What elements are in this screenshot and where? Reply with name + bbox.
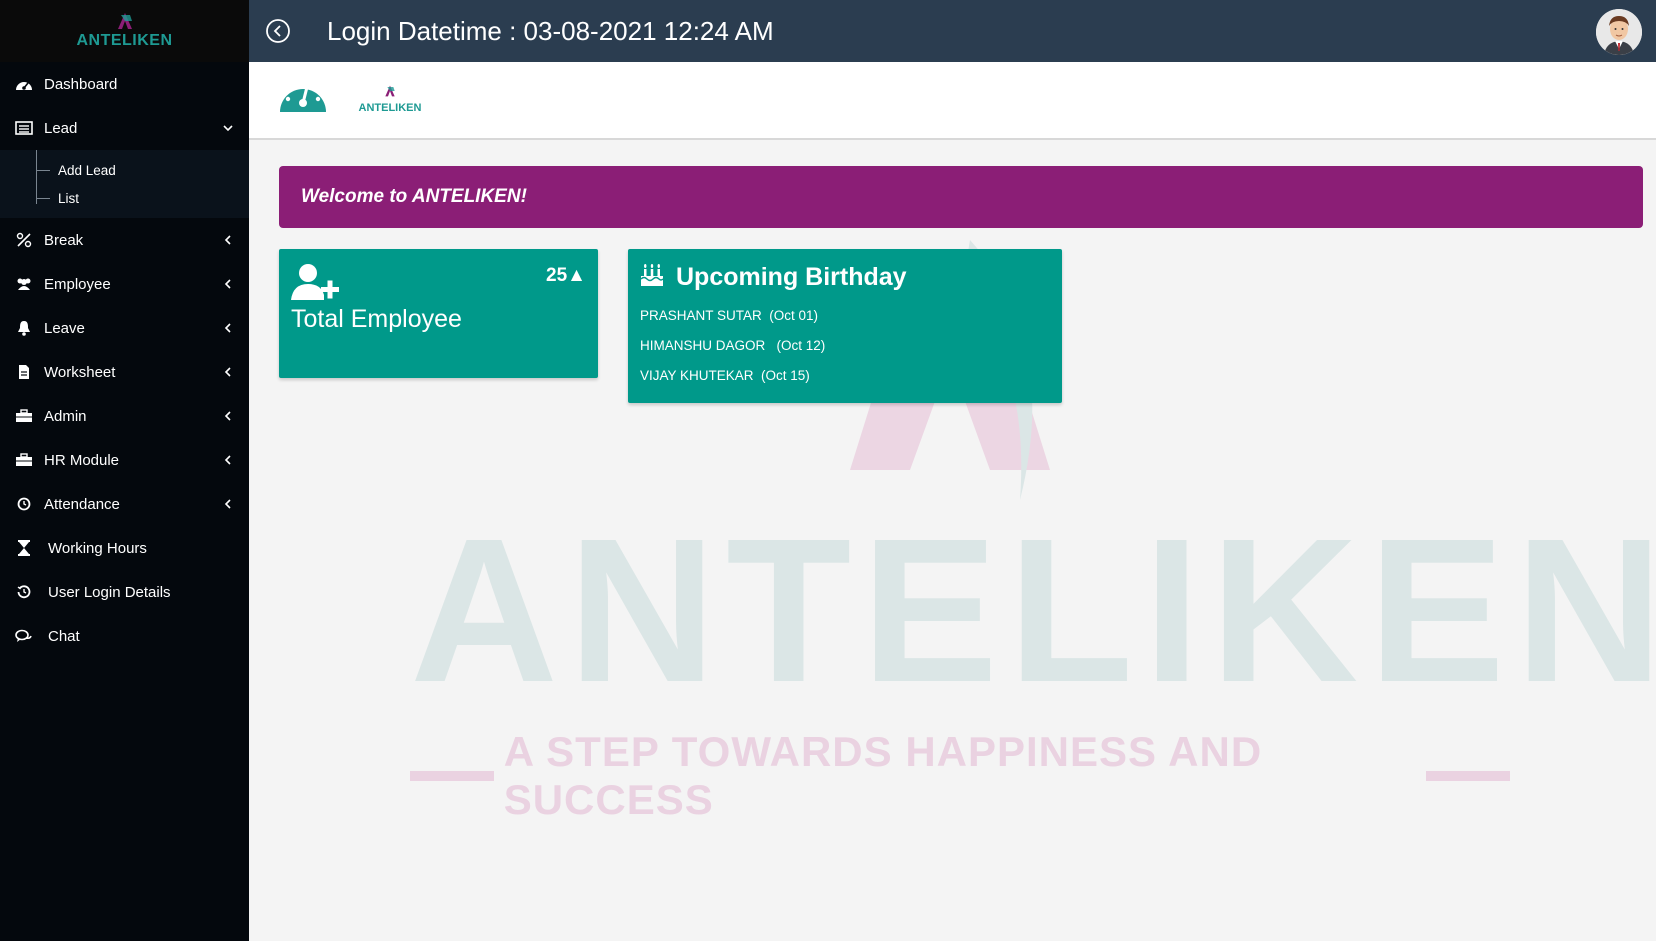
sidebar-item-chat[interactable]: Chat	[0, 614, 249, 658]
welcome-text: Welcome to ANTELIKEN!	[301, 186, 527, 207]
sidebar-item-hr-module[interactable]: HR Module	[0, 438, 249, 482]
sidebar-item-label: Working Hours	[48, 539, 147, 557]
dashboard-icon	[14, 76, 34, 92]
mini-brand-logo: ANTELIKEN	[355, 84, 425, 114]
total-employee-title: Total Employee	[291, 305, 462, 333]
logo-mark-icon	[385, 85, 395, 97]
upcoming-birthday-title: Upcoming Birthday	[676, 263, 907, 291]
history-icon	[14, 584, 34, 600]
sidebar-item-label: Chat	[48, 627, 80, 645]
logo-mark-icon	[117, 13, 132, 29]
back-button[interactable]	[265, 18, 291, 44]
watermark-tagline: A STEP TOWARDS HAPPINESS AND SUCCESS	[410, 728, 1510, 824]
chevron-left-icon	[221, 365, 235, 379]
chevron-left-circle-icon	[266, 19, 290, 43]
file-icon	[14, 364, 34, 380]
birthday-list: PRASHANT SUTAR (Oct 01) HIMANSHU DAGOR (…	[640, 301, 825, 391]
divider	[1426, 771, 1510, 781]
sidebar-item-label: Attendance	[44, 495, 120, 513]
brand-logo[interactable]: ANTELIKEN	[0, 0, 249, 62]
chat-icon	[14, 628, 34, 644]
sidebar-item-dashboard[interactable]: Dashboard	[0, 62, 249, 106]
sub-header: ANTELIKEN	[249, 62, 1656, 140]
sidebar: ANTELIKEN Dashboard Lead Add Lead List B…	[0, 0, 249, 941]
users-icon	[14, 276, 34, 292]
sidebar-item-employee[interactable]: Employee	[0, 262, 249, 306]
speedometer-icon[interactable]	[278, 75, 328, 120]
sidebar-item-label: Employee	[44, 275, 111, 293]
break-icon	[14, 232, 34, 248]
chevron-left-icon	[221, 321, 235, 335]
briefcase-icon	[14, 452, 34, 468]
sidebar-nav: Dashboard Lead Add Lead List Break Emplo…	[0, 62, 249, 658]
sidebar-item-label: Leave	[44, 319, 85, 337]
briefcase-icon	[14, 408, 34, 424]
watermark-tagline-text: A STEP TOWARDS HAPPINESS AND SUCCESS	[503, 728, 1263, 823]
birthday-cake-icon	[640, 263, 664, 292]
chevron-left-icon	[221, 409, 235, 423]
sidebar-item-user-login-details[interactable]: User Login Details	[0, 570, 249, 614]
sidebar-item-label: Lead	[44, 119, 78, 137]
upcoming-birthday-header: Upcoming Birthday	[640, 263, 907, 292]
mini-brand-name: ANTELIKEN	[358, 102, 422, 114]
tree-branch	[36, 197, 50, 199]
upcoming-birthday-card: Upcoming Birthday PRASHANT SUTAR (Oct 01…	[628, 249, 1062, 403]
chevron-left-icon	[221, 233, 235, 247]
sidebar-item-label: Worksheet	[44, 363, 116, 381]
chevron-left-icon	[221, 497, 235, 511]
welcome-banner: Welcome to ANTELIKEN!	[279, 166, 1643, 228]
sidebar-item-admin[interactable]: Admin	[0, 394, 249, 438]
hourglass-icon	[14, 540, 34, 556]
sidebar-item-lead[interactable]: Lead	[0, 106, 249, 150]
total-employee-card[interactable]: 25▲ Total Employee	[279, 249, 598, 378]
sidebar-item-label: Dashboard	[44, 75, 118, 93]
list-item: HIMANSHU DAGOR (Oct 12)	[640, 338, 826, 353]
list-item: PRASHANT SUTAR (Oct 01)	[640, 308, 819, 323]
chevron-left-icon	[221, 277, 235, 291]
submenu-item-add-lead[interactable]: Add Lead	[0, 156, 249, 184]
chevron-left-icon	[221, 453, 235, 467]
list-icon	[14, 120, 34, 136]
user-avatar-icon	[1596, 9, 1642, 55]
lead-submenu: Add Lead List	[0, 150, 249, 218]
sidebar-item-worksheet[interactable]: Worksheet	[0, 350, 249, 394]
sidebar-item-working-hours[interactable]: Working Hours	[0, 526, 249, 570]
top-bar: Login Datetime : 03-08-2021 12:24 AM	[249, 0, 1656, 62]
sidebar-item-label: User Login Details	[48, 583, 171, 601]
sidebar-item-break[interactable]: Break	[0, 218, 249, 262]
submenu-item-list[interactable]: List	[0, 184, 249, 212]
list-item: VIJAY KHUTEKAR (Oct 15)	[640, 368, 810, 383]
chevron-down-icon	[221, 121, 235, 135]
tree-branch	[36, 169, 50, 171]
sidebar-item-label: Break	[44, 231, 84, 249]
bell-icon	[14, 320, 34, 336]
sidebar-item-leave[interactable]: Leave	[0, 306, 249, 350]
divider	[410, 771, 494, 781]
clock-icon	[14, 496, 34, 512]
avatar[interactable]	[1596, 9, 1642, 55]
sidebar-item-label: Admin	[44, 407, 87, 425]
submenu-item-label: Add Lead	[58, 162, 116, 178]
login-datetime: Login Datetime : 03-08-2021 12:24 AM	[327, 15, 774, 46]
watermark-title: ANTELIKEN	[410, 496, 1656, 725]
add-user-icon	[291, 263, 341, 306]
sidebar-item-label: HR Module	[44, 451, 120, 469]
submenu-item-label: List	[58, 190, 80, 206]
sidebar-item-attendance[interactable]: Attendance	[0, 482, 249, 526]
brand-name: ANTELIKEN	[76, 32, 173, 49]
employee-count: 25▲	[546, 265, 586, 286]
